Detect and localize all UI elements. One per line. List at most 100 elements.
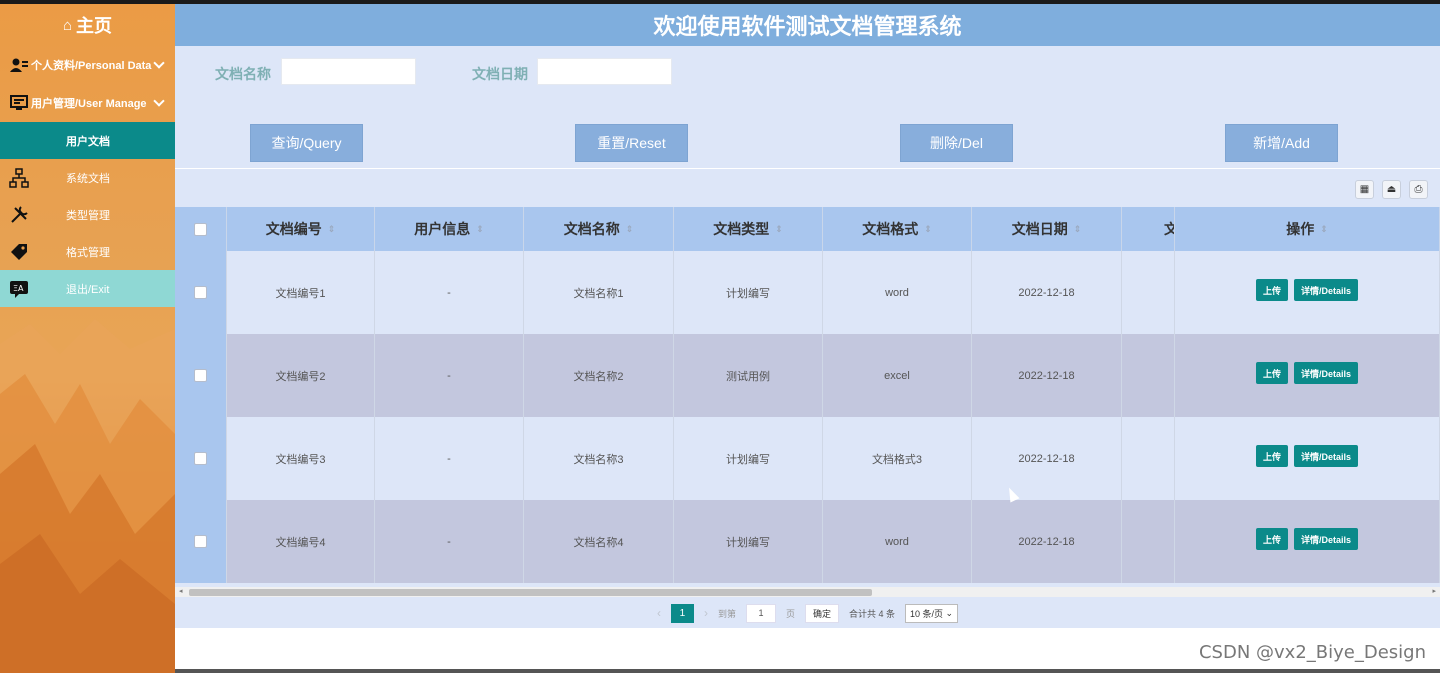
goto-confirm-button[interactable]: 确定 (804, 603, 839, 623)
mountain-background (0, 319, 175, 673)
column-header-label: 操作 (1286, 221, 1315, 237)
table-cell: 2022-12-18 (972, 417, 1122, 500)
sidebar-group-personal-data[interactable]: 个人资料/Personal Data (0, 46, 175, 84)
sidebar-item-label: 用户文档 (66, 135, 110, 148)
table-cell: - (375, 500, 524, 583)
column-header[interactable]: 文 (1122, 207, 1175, 251)
reset-button[interactable]: 重置/Reset (575, 124, 688, 162)
column-header[interactable]: 文档编号 ⇕ (227, 207, 375, 251)
row-checkbox[interactable] (194, 369, 207, 382)
chevron-down-icon (153, 95, 165, 107)
sidebar-item-type-manage[interactable]: 类型管理 (0, 196, 175, 233)
pagination: ‹ 1 › 到第 1 页 确定 合计共 4 条 10 条/页 ⌄ (175, 598, 1440, 628)
watermark: CSDN @vx2_Biye_Design (1198, 642, 1426, 663)
horizontal-scrollbar[interactable]: ◂ ▸ (175, 587, 1440, 597)
export-icon[interactable]: ⏏ (1382, 180, 1401, 199)
home-link[interactable]: ⌂ 主页 (0, 4, 175, 46)
details-button[interactable]: 详情/Details (1294, 445, 1359, 467)
sort-icon[interactable]: ⇕ (1320, 224, 1328, 235)
user-card-icon (10, 56, 28, 74)
details-button[interactable]: 详情/Details (1294, 528, 1359, 550)
upload-button[interactable]: 上传 (1255, 362, 1288, 384)
sort-icon[interactable]: ⇕ (1074, 224, 1082, 235)
current-page[interactable]: 1 (670, 603, 694, 623)
home-label: 主页 (76, 16, 113, 36)
table-cell: 文档名称1 (524, 251, 674, 334)
doc-name-input[interactable] (281, 58, 416, 85)
search-panel: 文档名称 文档日期 查询/Query 重置/Reset 删除/Del 新增/Ad… (175, 46, 1440, 168)
window-bottom-edge (175, 669, 1440, 673)
page-size-value: 10 条/页 (910, 608, 944, 619)
page-unit-label: 页 (785, 608, 795, 619)
table-cell: 计划编写 (674, 500, 823, 583)
column-header[interactable]: 操作 ⇕ (1175, 207, 1440, 251)
sidebar-item-label: 类型管理 (66, 209, 110, 222)
columns-icon[interactable]: ▦ (1355, 180, 1374, 199)
column-header[interactable]: 文档日期 ⇕ (972, 207, 1122, 251)
scroll-left-icon[interactable]: ◂ (179, 587, 183, 595)
table-cell (1122, 334, 1175, 417)
tools-icon (9, 205, 29, 225)
column-header[interactable]: 文档格式 ⇕ (823, 207, 972, 251)
sitemap-icon (9, 168, 29, 188)
table-cell (1122, 500, 1175, 583)
print-icon[interactable]: ⎙ (1409, 180, 1428, 199)
row-checkbox[interactable] (194, 535, 207, 548)
table-cell: 文档编号2 (227, 334, 375, 417)
row-actions: 上传 详情/Details (1175, 417, 1440, 500)
select-all-checkbox[interactable] (194, 222, 207, 236)
page-title: 欢迎使用软件测试文档管理系统 (175, 4, 1440, 46)
column-header[interactable]: 用户信息 ⇕ (375, 207, 524, 251)
sidebar-group-user-manage[interactable]: 用户管理/User Manage (0, 84, 175, 122)
table-cell: 2022-12-18 (972, 251, 1122, 334)
details-button[interactable]: 详情/Details (1294, 279, 1359, 301)
row-actions: 上传 详情/Details (1175, 500, 1440, 583)
table-cell: - (375, 334, 524, 417)
sort-icon[interactable]: ⇕ (775, 224, 783, 235)
sidebar-item-label: 退出/Exit (66, 283, 110, 296)
table-cell: - (375, 251, 524, 334)
home-icon: ⌂ (62, 16, 73, 34)
page-size-select[interactable]: 10 条/页 ⌄ (905, 603, 959, 623)
row-select-cell (175, 251, 227, 334)
sort-icon[interactable]: ⇕ (924, 224, 932, 235)
row-select-cell (175, 334, 227, 417)
sidebar-item-system-docs[interactable]: 系统文档 (0, 159, 175, 196)
row-checkbox[interactable] (194, 286, 207, 299)
prev-page-icon[interactable]: ‹ (657, 606, 661, 620)
delete-button[interactable]: 删除/Del (900, 124, 1013, 162)
sort-icon[interactable]: ⇕ (626, 224, 634, 235)
table-cell (1122, 251, 1175, 334)
details-button[interactable]: 详情/Details (1294, 362, 1359, 384)
upload-button[interactable]: 上传 (1255, 445, 1288, 467)
goto-page-input[interactable]: 1 (745, 603, 776, 623)
column-header-label: 文档类型 (713, 221, 770, 237)
sort-icon[interactable]: ⇕ (476, 224, 484, 235)
doc-date-label: 文档日期 (472, 66, 528, 82)
scrollbar-thumb[interactable] (189, 589, 872, 596)
query-button[interactable]: 查询/Query (250, 124, 363, 162)
column-header-label: 文档名称 (563, 221, 620, 237)
sidebar-item-exit[interactable]: ΞA 退出/Exit (0, 270, 175, 307)
tag-icon (9, 242, 29, 262)
scroll-right-icon[interactable]: ▸ (1432, 587, 1436, 595)
next-page-icon[interactable]: › (704, 606, 708, 620)
sidebar-item-user-docs[interactable]: 用户文档 (0, 122, 175, 159)
svg-text:ΞA: ΞA (13, 284, 24, 293)
doc-date-input[interactable] (537, 58, 672, 85)
sidebar: ⌂ 主页 个人资料/Personal Data 用户管理/User Manage… (0, 4, 175, 673)
sidebar-group-label: 用户管理/User Manage (31, 98, 147, 110)
upload-button[interactable]: 上传 (1255, 279, 1288, 301)
table-cell: excel (823, 334, 972, 417)
table-cell: 计划编写 (674, 251, 823, 334)
add-button[interactable]: 新增/Add (1225, 124, 1338, 162)
sidebar-item-format-manage[interactable]: 格式管理 (0, 233, 175, 270)
upload-button[interactable]: 上传 (1255, 528, 1288, 550)
sort-icon[interactable]: ⇕ (328, 224, 336, 235)
column-header-label: 文档编号 (265, 221, 322, 237)
column-header[interactable]: 文档类型 ⇕ (674, 207, 823, 251)
column-header[interactable]: 文档名称 ⇕ (524, 207, 674, 251)
table-cell: 文档编号4 (227, 500, 375, 583)
row-checkbox[interactable] (194, 452, 207, 465)
column-header-label: 文 (1164, 219, 1174, 239)
